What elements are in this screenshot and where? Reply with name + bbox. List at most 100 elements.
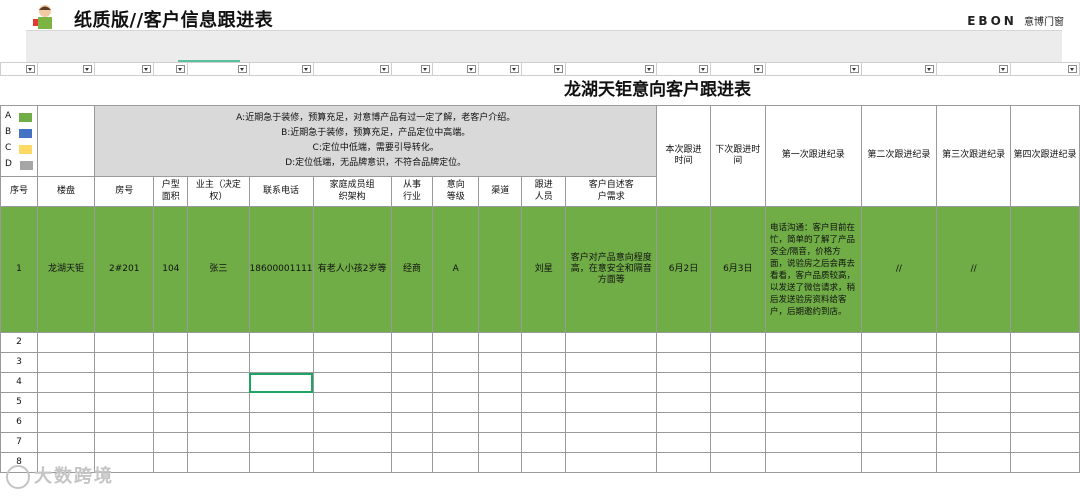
row-number[interactable]: 5: [0, 392, 38, 413]
row-number[interactable]: 3: [0, 352, 38, 373]
filter-cell[interactable]: [478, 62, 523, 76]
empty-cell[interactable]: [312, 432, 392, 453]
empty-cell[interactable]: [860, 352, 938, 373]
empty-cell[interactable]: [312, 372, 392, 393]
empty-cell[interactable]: [565, 432, 658, 453]
empty-cell[interactable]: [764, 352, 862, 373]
empty-cell[interactable]: [432, 372, 480, 393]
empty-cell[interactable]: [94, 412, 155, 433]
empty-cell[interactable]: [248, 332, 314, 353]
empty-cell[interactable]: [521, 332, 567, 353]
empty-cell[interactable]: [860, 332, 938, 353]
empty-cell[interactable]: [36, 392, 96, 413]
empty-cell[interactable]: [709, 392, 766, 413]
header-fourth-follow[interactable]: 第四次跟进纪录: [1010, 105, 1080, 207]
filter-cell[interactable]: [36, 62, 96, 76]
empty-cell[interactable]: [521, 352, 567, 373]
filter-dropdown-icon[interactable]: [142, 65, 152, 73]
empty-cell[interactable]: [656, 392, 711, 413]
empty-cell[interactable]: [936, 332, 1012, 353]
col-header-area[interactable]: 户型面积: [153, 176, 189, 207]
empty-cell[interactable]: [478, 332, 523, 353]
empty-cell[interactable]: [764, 452, 862, 473]
empty-cell[interactable]: [936, 392, 1012, 413]
empty-cell[interactable]: [656, 352, 711, 373]
col-header-channel[interactable]: 渠道: [478, 176, 523, 207]
empty-cell[interactable]: [36, 372, 96, 393]
empty-cell[interactable]: [94, 392, 155, 413]
filter-cell[interactable]: [248, 62, 314, 76]
empty-cell[interactable]: [390, 432, 434, 453]
empty-cell[interactable]: [1010, 392, 1080, 413]
filter-cell[interactable]: [709, 62, 766, 76]
cell-area[interactable]: 104: [153, 206, 189, 333]
filter-cell[interactable]: [187, 62, 250, 76]
filter-dropdown-icon[interactable]: [176, 65, 186, 73]
empty-cell[interactable]: [390, 452, 434, 473]
filter-cell[interactable]: [860, 62, 938, 76]
filter-dropdown-icon[interactable]: [1068, 65, 1077, 73]
empty-cell[interactable]: [565, 372, 658, 393]
col-header-needs[interactable]: 客户自述客户需求: [565, 176, 658, 207]
col-header-no[interactable]: 序号: [0, 176, 38, 207]
row-number[interactable]: 4: [0, 372, 38, 393]
empty-cell[interactable]: [478, 432, 523, 453]
empty-cell[interactable]: [478, 392, 523, 413]
empty-cell[interactable]: [153, 332, 189, 353]
filter-cell[interactable]: [0, 62, 38, 76]
empty-cell[interactable]: [764, 412, 862, 433]
empty-cell[interactable]: [1010, 372, 1080, 393]
col-header-owner[interactable]: 业主（决定权）: [187, 176, 250, 207]
filter-cell[interactable]: [764, 62, 862, 76]
empty-cell[interactable]: [521, 412, 567, 433]
filter-dropdown-icon[interactable]: [379, 65, 389, 73]
filter-dropdown-icon[interactable]: [999, 65, 1009, 73]
cell-first-follow-note[interactable]: 电话沟通：客户目前在忙，简单的了解了产品安全/隔音，价格方面，说验房之后会再去看…: [764, 206, 862, 333]
empty-cell[interactable]: [565, 352, 658, 373]
filter-cell[interactable]: [656, 62, 711, 76]
filter-dropdown-icon[interactable]: [301, 65, 311, 73]
filter-dropdown-icon[interactable]: [237, 65, 247, 73]
empty-cell[interactable]: [187, 352, 250, 373]
empty-cell[interactable]: [36, 352, 96, 373]
col-header-level[interactable]: 意向等级: [432, 176, 480, 207]
empty-cell[interactable]: [478, 352, 523, 373]
empty-cell[interactable]: [860, 372, 938, 393]
cell-family[interactable]: 有老人小孩2岁等: [312, 206, 392, 333]
cell-second-follow-note[interactable]: //: [860, 206, 938, 333]
empty-cell[interactable]: [936, 432, 1012, 453]
empty-cell[interactable]: [860, 412, 938, 433]
empty-cell[interactable]: [312, 392, 392, 413]
header-next-follow-time[interactable]: 下次跟进时间: [709, 105, 766, 207]
empty-cell[interactable]: [860, 452, 938, 473]
filter-cell[interactable]: [936, 62, 1012, 76]
empty-cell[interactable]: [248, 352, 314, 373]
empty-cell[interactable]: [153, 352, 189, 373]
cell-industry[interactable]: 经商: [390, 206, 434, 333]
filter-dropdown-icon[interactable]: [83, 65, 93, 73]
empty-cell[interactable]: [187, 372, 250, 393]
title-cell[interactable]: 龙湖天钜意向客户跟进表: [1, 76, 1080, 106]
filter-dropdown-icon[interactable]: [554, 65, 564, 73]
empty-cell[interactable]: [248, 392, 314, 413]
empty-cell[interactable]: [478, 412, 523, 433]
empty-cell[interactable]: [1010, 412, 1080, 433]
cell-next-follow-time[interactable]: 6月3日: [709, 206, 766, 333]
empty-cell[interactable]: [1010, 332, 1080, 353]
empty-cell[interactable]: [656, 452, 711, 473]
empty-cell[interactable]: [709, 372, 766, 393]
row-number[interactable]: 2: [0, 332, 38, 353]
filter-cell[interactable]: [432, 62, 480, 76]
empty-cell[interactable]: [656, 432, 711, 453]
empty-cell[interactable]: [709, 352, 766, 373]
row-number[interactable]: 7: [0, 432, 38, 453]
filter-cell[interactable]: [390, 62, 434, 76]
empty-cell[interactable]: [187, 412, 250, 433]
filter-dropdown-icon[interactable]: [645, 65, 655, 73]
col-header-industry[interactable]: 从事行业: [390, 176, 434, 207]
filter-dropdown-icon[interactable]: [698, 65, 708, 73]
legend-spacer-cell[interactable]: [37, 105, 96, 177]
filter-dropdown-icon[interactable]: [25, 65, 35, 73]
col-header-phone[interactable]: 联系电话: [248, 176, 314, 207]
empty-cell[interactable]: [1010, 452, 1080, 473]
